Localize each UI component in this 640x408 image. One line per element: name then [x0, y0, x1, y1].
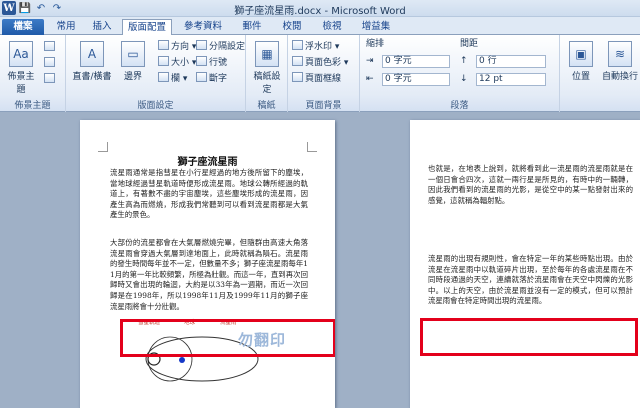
hyphenation-icon	[196, 72, 207, 82]
highlight-box	[120, 319, 335, 357]
tab-file[interactable]: 檔案	[2, 19, 44, 35]
tab-page-layout[interactable]: 版面配置	[122, 19, 172, 36]
page-setup-group-label: 版面設定	[137, 101, 174, 111]
indent-right-field[interactable]: 0 字元	[382, 73, 450, 86]
tab-review[interactable]: 校閱	[276, 19, 308, 35]
draft-paper-group-label: 稿紙	[257, 101, 276, 111]
paragraph-group-label: 段落	[450, 101, 469, 111]
page-background-group-label: 頁面背景	[305, 101, 342, 111]
hyphenation-button[interactable]: 斷字	[196, 72, 227, 85]
ribbon: Aa 佈景主題 佈景主題 A 直書/橫書 ▭ 邊界 方向 ▾ 大小 ▾ 欄 ▾ …	[0, 35, 640, 112]
tab-addins[interactable]: 增益集	[356, 19, 396, 35]
draft-paper-button[interactable]: ▦ 稿紙設定	[250, 41, 284, 95]
page-background-group: 浮水印 ▾ 頁面色彩 ▾ 頁面框線 頁面背景	[288, 35, 360, 112]
watermark-icon	[292, 40, 303, 50]
margins-button[interactable]: ▭ 邊界	[116, 41, 150, 82]
tab-mailings[interactable]: 郵件	[236, 19, 268, 35]
text-direction-icon: A	[80, 41, 104, 67]
position-icon: ▣	[569, 41, 593, 67]
tab-view[interactable]: 檢視	[316, 19, 348, 35]
spacing-before-icon: ↑	[460, 56, 468, 66]
orientation-button[interactable]: 方向 ▾	[158, 40, 196, 53]
body-paragraph: 流星雨通常是指彗星在小行星經過的地方後所留下的塵埃，當地球經過彗星軌道時便形成流…	[110, 168, 308, 220]
crop-mark	[307, 142, 317, 152]
draft-paper-group: ▦ 稿紙設定 稿紙	[246, 35, 288, 112]
paragraph-group: 縮排 ⇥ 0 字元 ⇤ 0 字元 間距 ↑ 0 行 ↓ 12 pt 段落	[360, 35, 560, 112]
spacing-after-field[interactable]: 12 pt	[476, 73, 546, 86]
page-setup-group: A 直書/橫書 ▭ 邊界 方向 ▾ 大小 ▾ 欄 ▾ 分隔設定 行號 斷字 版面…	[66, 35, 246, 112]
title-bar: W 💾 ↶ ↷ 獅子座流星雨.docx - Microsoft Word	[0, 0, 640, 17]
indent-label: 縮排	[366, 39, 385, 49]
themes-icon: Aa	[9, 41, 33, 67]
columns-icon	[158, 72, 169, 82]
indent-right-icon: ⇤	[366, 74, 374, 84]
orientation-icon	[158, 40, 169, 50]
color-palette-icon	[44, 41, 55, 51]
indent-left-field[interactable]: 0 字元	[382, 55, 450, 68]
highlight-box	[420, 318, 638, 356]
document-page-right[interactable]: 也就是，在地表上說到，就將看到此一流星雨的流星雨就是在一個日會合四次，這就一兩行…	[410, 120, 640, 408]
wrap-text-button[interactable]: ≋ 自動換行	[600, 41, 640, 82]
page-color-icon	[292, 56, 303, 66]
theme-colors-button[interactable]	[44, 41, 57, 54]
page-size-icon	[158, 56, 169, 66]
themes-button[interactable]: Aa 佈景主題	[4, 41, 38, 95]
themes-group-label: 佈景主題	[14, 101, 51, 111]
margins-icon: ▭	[121, 41, 145, 67]
line-numbers-icon	[196, 56, 207, 66]
ribbon-tabs: 檔案 常用 插入 版面配置 參考資料 郵件 校閱 檢視 增益集	[0, 17, 640, 36]
body-paragraph: 也就是，在地表上說到，就將看到此一流星雨的流星雨就是在一個日會合四次，這就一兩行…	[428, 164, 633, 205]
tab-references[interactable]: 參考資料	[178, 19, 228, 35]
theme-fonts-button[interactable]	[44, 57, 57, 70]
spacing-before-field[interactable]: 0 行	[476, 55, 546, 68]
breaks-icon	[196, 40, 207, 50]
draft-paper-icon: ▦	[255, 41, 279, 67]
document-page-left[interactable]: 獅子座流星雨 流星雨通常是指彗星在小行星經過的地方後所留下的塵埃，當地球經過彗星…	[80, 120, 335, 408]
page-borders-button[interactable]: 頁面框線	[292, 72, 341, 85]
columns-button[interactable]: 欄 ▾	[158, 72, 187, 85]
spacing-label: 間距	[460, 39, 479, 49]
page-color-button[interactable]: 頁面色彩 ▾	[292, 56, 348, 69]
size-button[interactable]: 大小 ▾	[158, 56, 196, 69]
wrap-text-icon: ≋	[608, 41, 632, 67]
page-borders-icon	[292, 72, 303, 82]
position-button[interactable]: ▣ 位置	[564, 41, 598, 82]
crop-mark	[98, 142, 108, 152]
font-icon	[44, 57, 55, 67]
tab-insert[interactable]: 插入	[86, 19, 118, 35]
document-title: 獅子座流星雨	[177, 157, 238, 168]
effects-icon	[44, 73, 55, 83]
text-direction-button[interactable]: A 直書/橫書	[70, 41, 114, 82]
line-numbers-button[interactable]: 行號	[196, 56, 227, 69]
theme-effects-button[interactable]	[44, 73, 57, 86]
watermark-button[interactable]: 浮水印 ▾	[292, 40, 339, 53]
document-workspace[interactable]: 獅子座流星雨 流星雨通常是指彗星在小行星經過的地方後所留下的塵埃，當地球經過彗星…	[0, 112, 640, 408]
spacing-after-icon: ↓	[460, 74, 468, 84]
arrange-group: ▣ 位置 ≋ 自動換行	[560, 35, 640, 112]
tab-home[interactable]: 常用	[50, 19, 82, 35]
themes-group: Aa 佈景主題 佈景主題	[0, 35, 66, 112]
body-paragraph: 大部份的流星都會在大氣層燃燒完畢，但隨群由高速大角落流星雨會穿過大氣層到達地面上…	[110, 238, 308, 311]
breaks-button[interactable]: 分隔設定	[196, 40, 245, 53]
earth-icon	[179, 357, 185, 363]
window-title: 獅子座流星雨.docx - Microsoft Word	[234, 6, 406, 17]
indent-left-icon: ⇥	[366, 56, 374, 66]
